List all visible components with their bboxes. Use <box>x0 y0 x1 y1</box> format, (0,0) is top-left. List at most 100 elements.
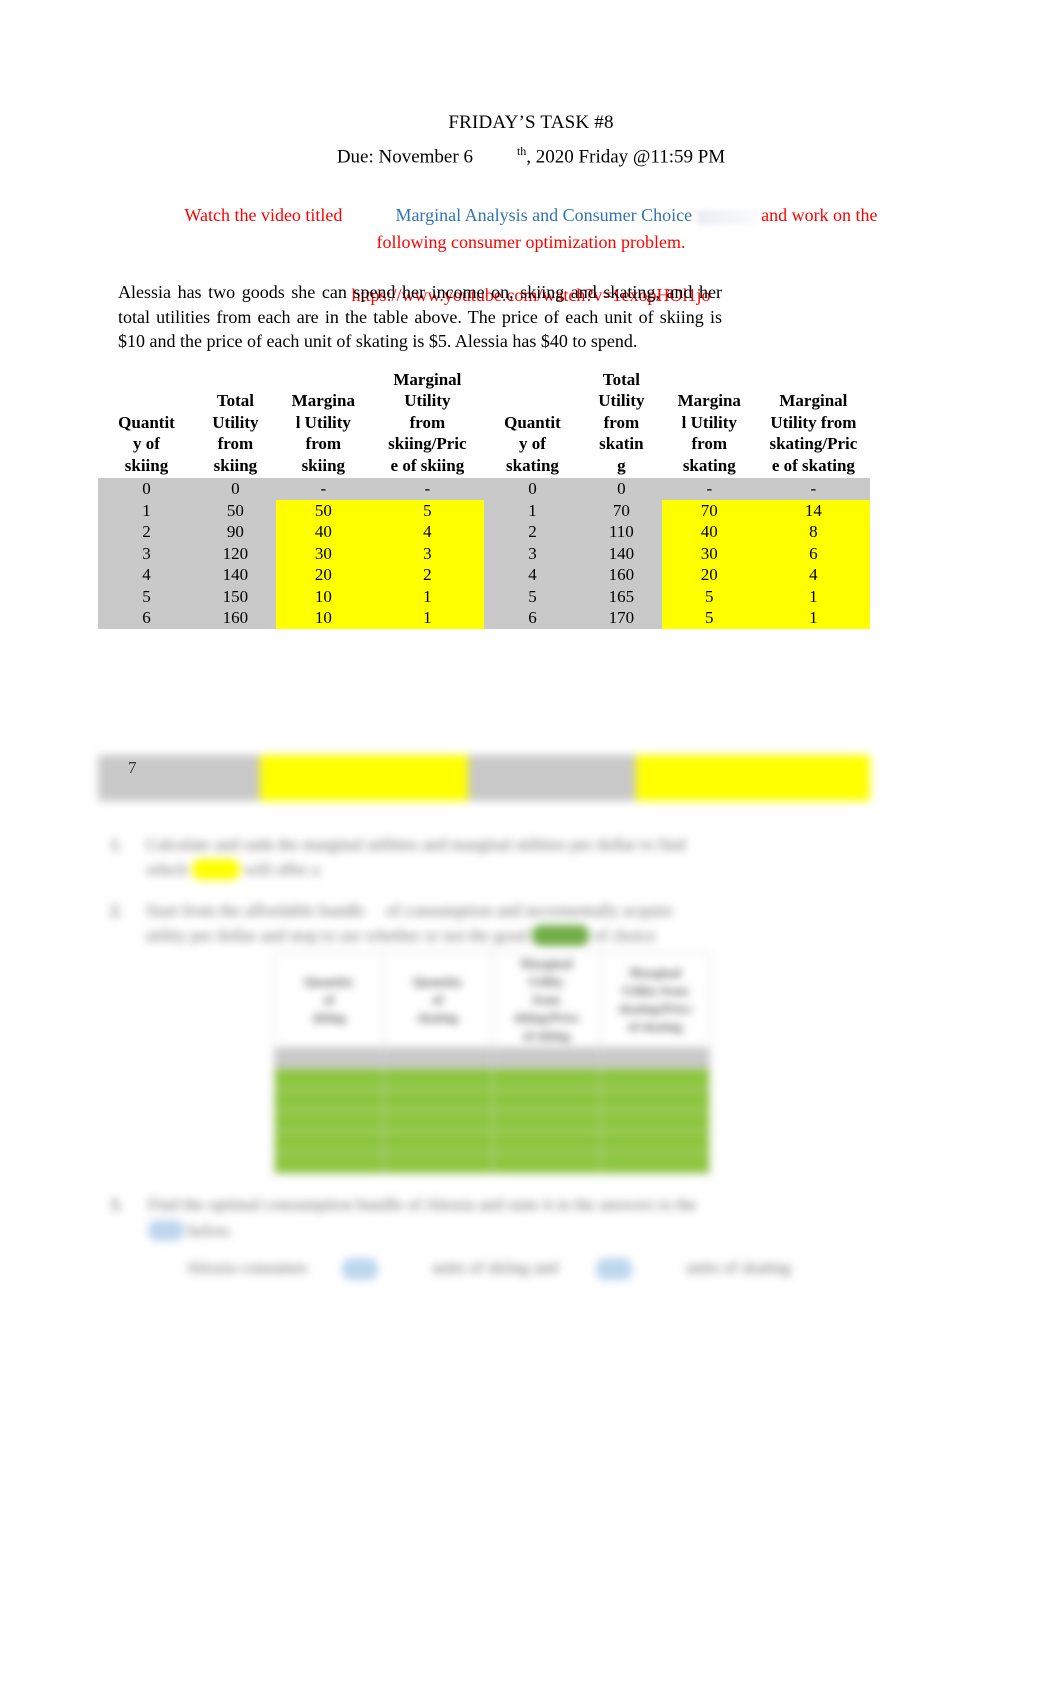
header-line: g <box>617 455 626 475</box>
answer-cell <box>600 1110 710 1132</box>
table-cell: 2 <box>370 564 484 586</box>
answer-table-header-row: Quantity of skiing Quantity of skating Margi… <box>274 952 710 1048</box>
table-cell: 140 <box>195 564 276 586</box>
table-cell: 3 <box>98 542 195 564</box>
table-cell: 1 <box>370 607 484 629</box>
answer-blank-skiing[interactable] <box>342 1258 378 1280</box>
header-line: Marginal <box>779 391 848 410</box>
table-cell: 120 <box>195 542 276 564</box>
answer-cell <box>382 1131 493 1153</box>
table-header-row: Quantit y of skiing Total Utility from skiing… <box>98 360 870 478</box>
table-cell: 1 <box>756 607 870 629</box>
table-cell: 10 <box>275 585 371 607</box>
table-cell: 5 <box>483 585 581 607</box>
answer-cell <box>382 1089 493 1111</box>
table-cell: 50 <box>195 499 276 521</box>
table-cell: 14 <box>756 499 870 521</box>
answer-table-head: Quantity of skiing Quantity of skating Margi… <box>274 952 710 1048</box>
header-line: Quantit <box>118 412 175 432</box>
row7-yellow-band-left <box>260 755 468 801</box>
answer-header-line: Quantity <box>303 974 354 989</box>
header-line: l Utility <box>681 412 737 432</box>
redacted-strip <box>696 209 757 225</box>
video-title-link[interactable]: Marginal Analysis and Consumer Choice <box>395 205 692 225</box>
table-cell: 5 <box>661 607 757 629</box>
answer-blank-skating[interactable] <box>596 1258 632 1280</box>
answer-cell <box>491 1089 602 1111</box>
table-cell: 3 <box>483 542 581 564</box>
table-cell: 70 <box>580 499 662 521</box>
table-cell: 2 <box>483 521 581 543</box>
table-cell: 4 <box>370 521 484 543</box>
utility-table-body: 0 0- -0 0- -1 50 50 5 1 70 70 14 2 90 40 4 2 110 40 8 3 120 30… <box>98 478 870 629</box>
answer-header-line: Utility from <box>622 983 689 998</box>
table-row: 1 50 50 5 1 70 70 14 <box>98 499 870 521</box>
table-cell: 110 <box>580 521 662 543</box>
table-cell: 0 <box>195 478 276 500</box>
question-2-text-line2: utility per dollar and stop to see wheth… <box>146 925 656 946</box>
answer-header-line: skiing <box>312 1010 346 1025</box>
header-line: Margina <box>677 391 741 410</box>
table-cell: 6 <box>756 542 870 564</box>
document-header: FRIDAY’S TASK #8 Due: November 6 th, 2020… <box>0 0 1062 172</box>
header-line: Utility <box>404 391 451 410</box>
table-cell: 4 <box>756 564 870 586</box>
answer-cell <box>382 1152 493 1174</box>
table-cell: - <box>370 478 484 500</box>
answer-cell <box>274 1089 384 1111</box>
answer-cell <box>274 1110 384 1132</box>
header-line: Quantit <box>504 412 561 432</box>
header-line: Margina <box>291 391 355 410</box>
table-row: 2 90 40 4 2 110 40 8 <box>98 521 870 543</box>
table-cell: 90 <box>195 521 276 543</box>
answer-blank-blue[interactable] <box>148 1220 184 1241</box>
table-cell: 20 <box>661 564 757 586</box>
answer-cell <box>600 1089 710 1111</box>
answer-header-line: of skiing <box>522 1028 571 1043</box>
header-line: skiing <box>213 455 258 475</box>
table-cell: 165 <box>580 585 662 607</box>
header-line: from <box>305 434 342 453</box>
table-cell: 40 <box>661 521 757 543</box>
table-cell: 6 <box>98 607 195 629</box>
table-cell: - <box>756 478 870 500</box>
answer-header-line: of skating <box>627 1019 683 1034</box>
question-1-number: 1. <box>110 835 123 854</box>
header-line: skating <box>682 455 736 475</box>
answer-table: Quantity of skiing Quantity of skating Margi… <box>274 952 710 1174</box>
final-answer-skiing-units: units of skiing and <box>432 1258 559 1277</box>
answer-blank-green[interactable] <box>532 925 589 946</box>
question-3-text: Find the optimal consumption bundle of A… <box>148 1195 697 1214</box>
header-line: from <box>217 434 254 453</box>
table-cell: 1 <box>98 499 195 521</box>
answer-header-line: Utility <box>528 974 565 989</box>
table-cell: 160 <box>580 564 662 586</box>
header-quantity-skating: Quantit y of skating <box>483 360 581 478</box>
due-date-suffix: , 2020 Friday @11:59 PM <box>526 146 726 168</box>
final-answer-label: Alessia consumes <box>186 1258 308 1277</box>
row7-yellow-band-right <box>636 755 870 801</box>
table-cell: 8 <box>756 521 870 543</box>
answer-cell <box>600 1047 710 1069</box>
continued-table-row-7 <box>98 755 870 807</box>
table-cell: - <box>275 478 371 500</box>
row7-gray-band-left <box>98 755 260 801</box>
table-cell: 4 <box>483 564 581 586</box>
answer-blank-yellow[interactable] <box>191 859 241 880</box>
answer-table-row <box>274 1152 710 1174</box>
due-date-line: Due: November 6 th, 2020 Friday @11:59 PM <box>0 136 1062 172</box>
answer-header-line: of <box>323 992 335 1007</box>
question-3-number: 3. <box>110 1195 123 1214</box>
instruction-lead: Watch the video titled <box>184 205 343 226</box>
answer-header-mu-skiing: Marginal Utility from skiing/Price of skiing <box>491 952 602 1048</box>
answer-header-line: Marginal <box>520 956 573 971</box>
document-page: FRIDAY’S TASK #8 Due: November 6 th, 2020… <box>0 0 1062 1700</box>
answer-header-line: of <box>432 992 444 1007</box>
answer-cell <box>382 1110 493 1132</box>
table-row: 00--00-- <box>98 478 870 500</box>
table-cell: 30 <box>661 542 757 564</box>
utility-table: Quantit y of skiing Total Utility from skiing… <box>98 360 870 629</box>
table-row: 5 150 10 1 5 165 5 1 <box>98 585 870 607</box>
header-marginal-utility-skiing: Margina l Utility from skiing <box>275 360 371 478</box>
table-row: 6 160 10 1 6 170 5 1 <box>98 607 870 629</box>
